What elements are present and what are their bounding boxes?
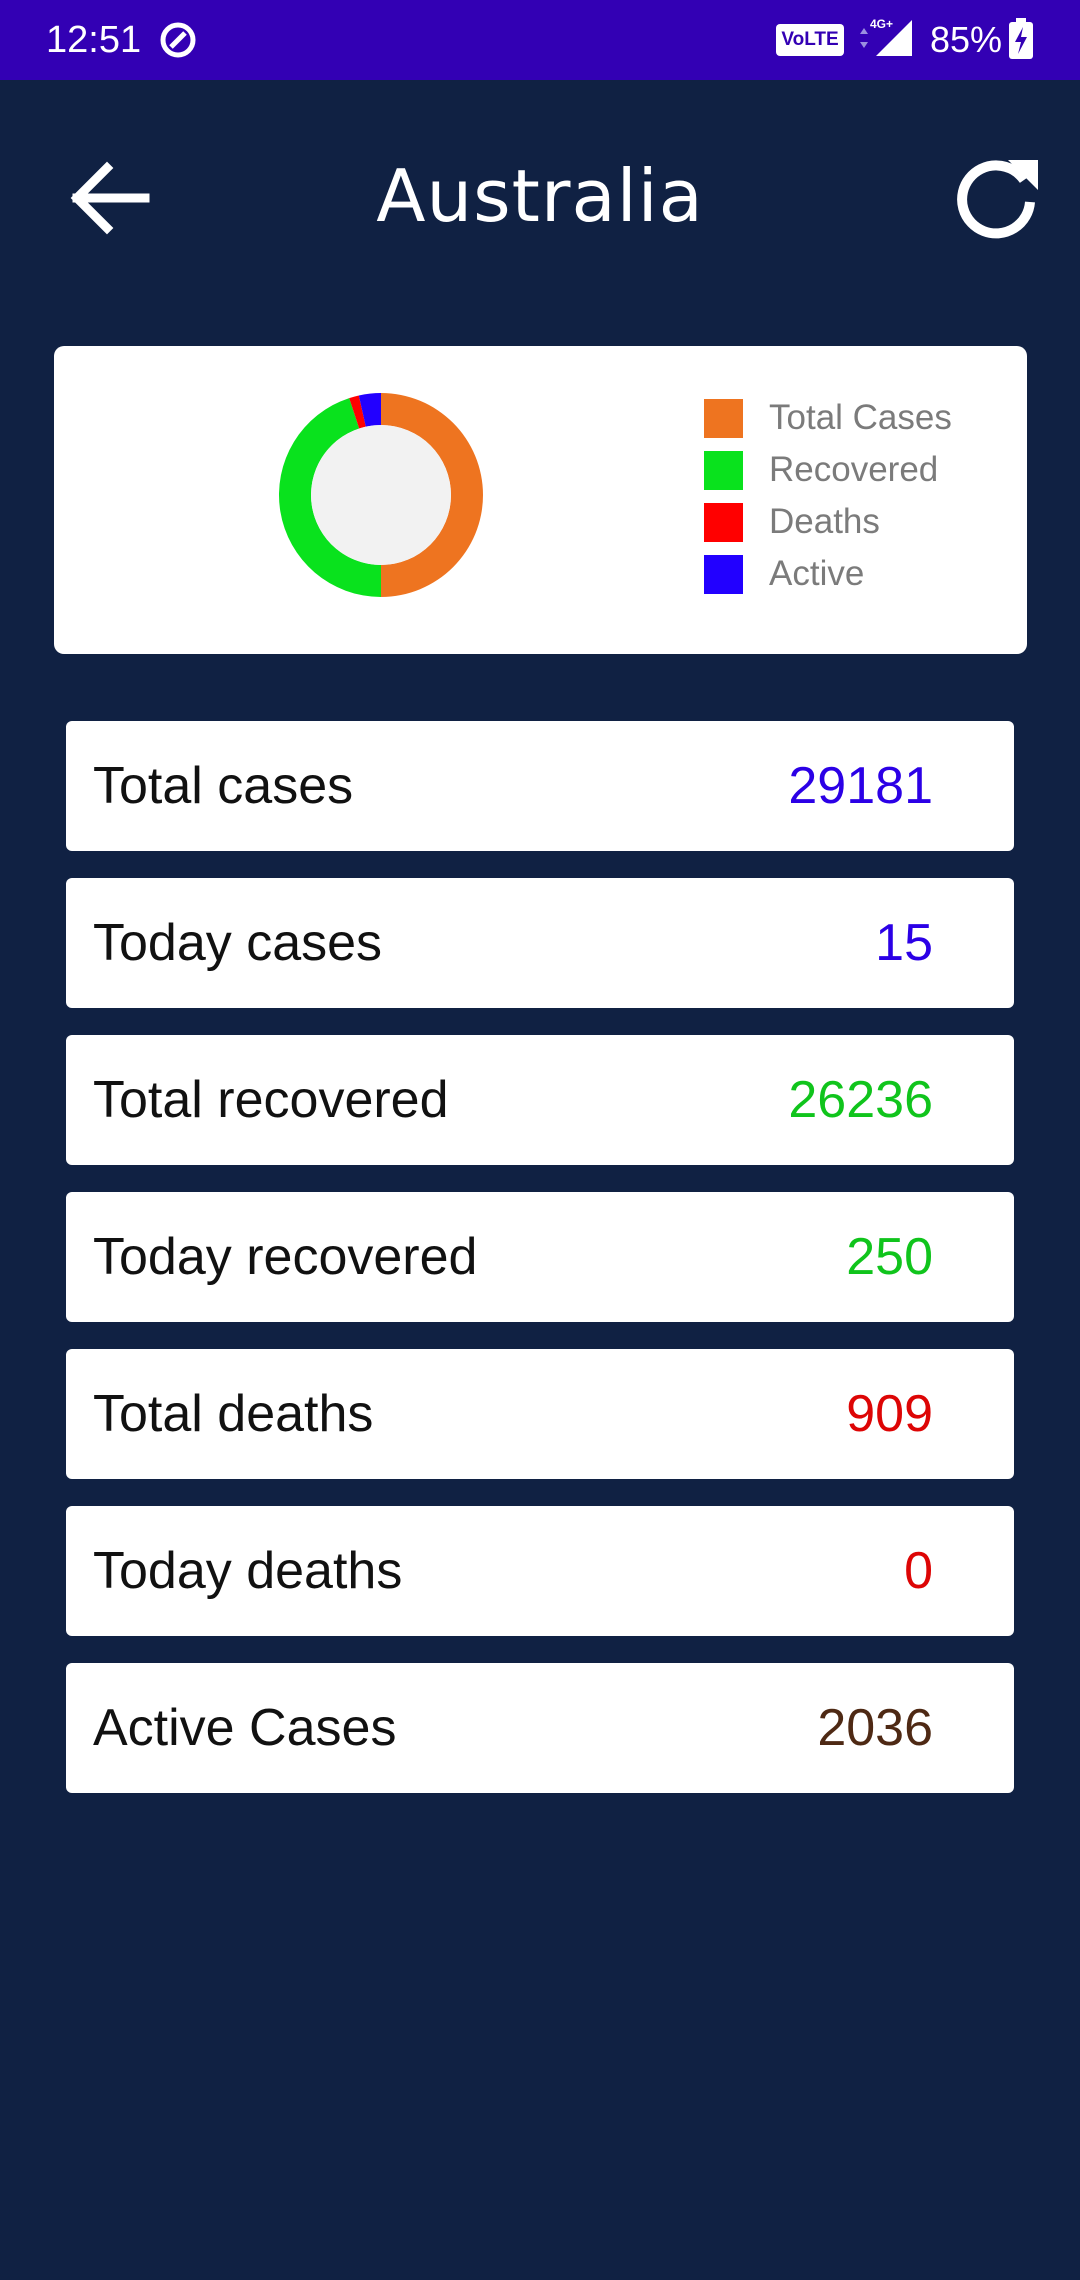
chart-legend: Total Cases Recovered Deaths Active	[704, 392, 952, 600]
legend-item: Deaths	[704, 496, 952, 548]
stat-row-today-recovered: Today recovered 250	[66, 1192, 1014, 1322]
stat-value: 29181	[788, 757, 933, 815]
legend-label: Total Cases	[769, 398, 952, 437]
signal-icon: 4G+	[858, 16, 914, 60]
legend-swatch	[704, 554, 743, 594]
battery-charging-icon	[1008, 18, 1034, 60]
stat-label: Today recovered	[93, 1228, 478, 1286]
refresh-icon	[957, 160, 1038, 239]
page-title: Australia	[376, 154, 704, 238]
legend-swatch	[704, 502, 743, 542]
legend-swatch	[704, 398, 743, 438]
legend-swatch	[704, 450, 743, 490]
legend-label: Deaths	[769, 502, 880, 541]
back-button[interactable]	[62, 150, 158, 246]
stat-label: Today cases	[93, 914, 383, 972]
network-type-label: 4G+	[870, 17, 893, 31]
legend-label: Recovered	[769, 450, 939, 489]
stat-row-total-recovered: Total recovered 26236	[66, 1035, 1014, 1165]
stat-label: Today deaths	[93, 1542, 403, 1600]
stat-value: 0	[904, 1542, 933, 1600]
stat-label: Total cases	[93, 757, 354, 815]
legend-item: Total Cases	[704, 392, 952, 444]
stat-row-total-cases: Total cases 29181	[66, 721, 1014, 851]
stat-label: Total recovered	[93, 1071, 449, 1129]
stat-row-total-deaths: Total deaths 909	[66, 1349, 1014, 1479]
stat-value: 2036	[817, 1699, 933, 1757]
app-notification-icon	[158, 20, 198, 60]
status-bar: 12:51 VoLTE 4G+ 85%	[0, 0, 1080, 80]
donut-chart	[279, 393, 483, 597]
stat-value: 26236	[788, 1071, 933, 1129]
battery-percent: 85%	[930, 19, 1003, 60]
legend-label: Active	[769, 554, 865, 593]
stat-row-active-cases: Active Cases 2036	[66, 1663, 1014, 1793]
stat-label: Active Cases	[93, 1699, 397, 1757]
refresh-button[interactable]	[946, 146, 1050, 250]
stat-row-today-cases: Today cases 15	[66, 878, 1014, 1008]
stat-value: 15	[875, 914, 933, 972]
stat-value: 909	[846, 1385, 933, 1443]
donut-hole	[311, 425, 451, 565]
stat-row-today-deaths: Today deaths 0	[66, 1506, 1014, 1636]
legend-item: Active	[704, 548, 952, 600]
app-header: Australia	[0, 80, 1080, 310]
arrow-left-icon	[70, 161, 150, 235]
status-time: 12:51	[46, 19, 142, 61]
stat-value: 250	[846, 1228, 933, 1286]
chart-card: Total Cases Recovered Deaths Active	[54, 346, 1027, 654]
stat-label: Total deaths	[93, 1385, 374, 1443]
volte-badge: VoLTE	[776, 24, 844, 56]
legend-item: Recovered	[704, 444, 952, 496]
